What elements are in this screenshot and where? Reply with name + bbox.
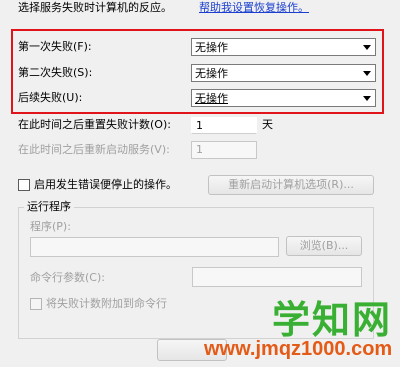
restart-service-label: 在此时间之后重新启动服务(V): (18, 143, 170, 156)
reset-count-input[interactable]: 1 (191, 117, 257, 134)
subsequent-failure-value: 无操作 (195, 92, 228, 105)
restart-computer-options-button[interactable]: 重新启动计算机选项(R)... (208, 175, 374, 195)
run-program-legend: 运行程序 (24, 199, 74, 215)
chevron-down-icon (359, 70, 375, 76)
enable-actions-checkbox[interactable] (18, 179, 30, 191)
watermark-logo: 学知网 (272, 298, 393, 342)
restart-service-value: 1 (196, 143, 203, 156)
program-input[interactable] (30, 237, 279, 257)
first-failure-select[interactable]: 无操作 (191, 38, 376, 56)
reset-count-label: 在此时间之后重置失败计数(O): (18, 118, 171, 131)
restart-service-input[interactable]: 1 (191, 141, 257, 159)
subsequent-failure-select[interactable]: 无操作 (191, 89, 376, 107)
append-failcount-label: 将失败计数附加到命令行 (46, 297, 167, 310)
instruction-text: 选择服务失败时计算机的反应。 (18, 1, 172, 14)
chevron-down-icon (359, 44, 375, 50)
append-failcount-checkbox[interactable] (30, 298, 42, 310)
second-failure-value: 无操作 (195, 67, 228, 80)
enable-actions-label: 启用发生错误便停止的操作。 (34, 178, 177, 191)
first-failure-value: 无操作 (195, 41, 228, 54)
first-failure-label: 第一次失败(F): (18, 40, 92, 53)
reset-count-unit: 天 (262, 118, 273, 131)
subsequent-failure-label: 后续失败(U): (18, 91, 83, 104)
watermark-url: www.jmqz1000.com (204, 338, 393, 360)
args-label: 命令行参数(C): (30, 271, 105, 284)
browse-button[interactable]: 浏览(B)... (286, 236, 362, 256)
second-failure-label: 第二次失败(S): (18, 66, 93, 79)
second-failure-select[interactable]: 无操作 (191, 64, 376, 82)
args-input[interactable] (192, 267, 362, 287)
program-label: 程序(P): (30, 220, 71, 233)
chevron-down-icon (359, 95, 375, 101)
reset-count-value: 1 (196, 119, 203, 132)
help-recovery-link[interactable]: 帮助我设置恢复操作。 (199, 0, 309, 16)
